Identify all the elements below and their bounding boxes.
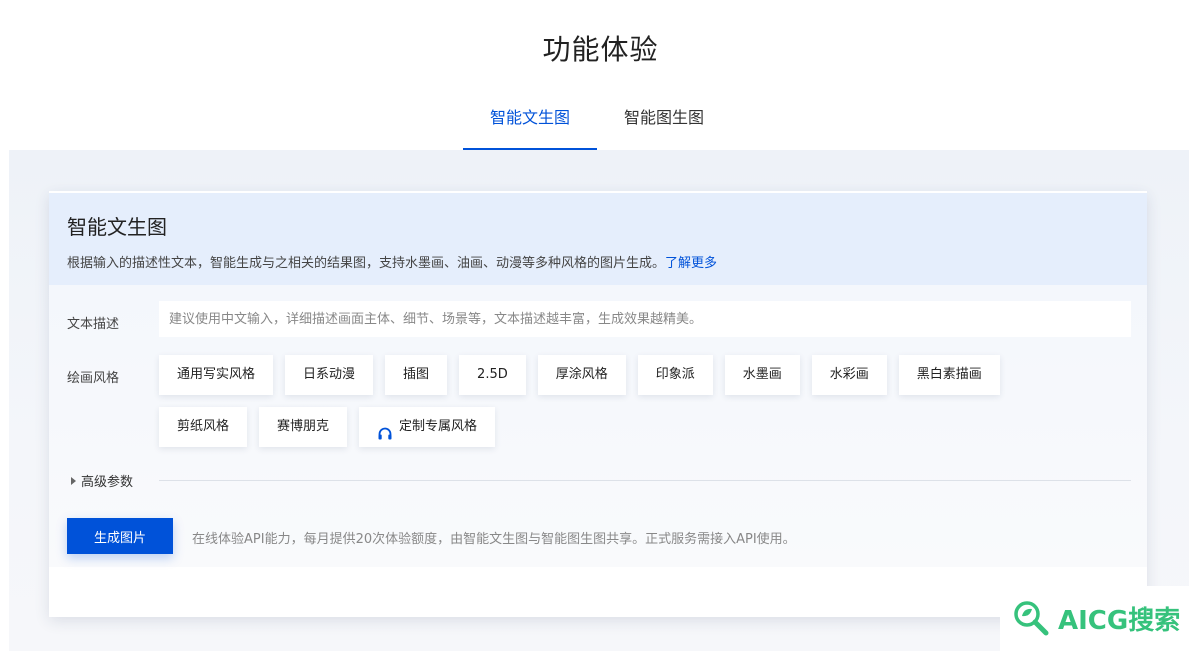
style-option[interactable]: 日系动漫 (285, 355, 374, 395)
advanced-params-toggle[interactable]: 高级参数 (71, 471, 133, 490)
style-options: 通用写实风格 日系动漫 插图 2.5D 厚涂风格 印象派 水墨画 水彩画 黑白素… (159, 355, 1159, 459)
style-option[interactable]: 厚涂风格 (537, 355, 626, 395)
card-description-text: 根据输入的描述性文本，智能生成与之相关的结果图，支持水墨画、油画、动漫等多种风格… (67, 256, 666, 271)
watermark: AICG搜索 (1000, 586, 1201, 651)
custom-style-button[interactable]: 定制专属风格 (359, 407, 496, 447)
custom-style-label: 定制专属风格 (399, 419, 478, 434)
style-row-1: 通用写实风格 日系动漫 插图 2.5D 厚涂风格 印象派 水墨画 水彩画 黑白素… (159, 355, 1159, 395)
advanced-params-label: 高级参数 (81, 475, 134, 490)
tab-bar: 智能文生图 智能图生图 (463, 96, 731, 151)
watermark-text: AICG搜索 (1058, 606, 1181, 636)
demo-stage: 智能文生图 根据输入的描述性文本，智能生成与之相关的结果图，支持水墨画、油画、动… (9, 150, 1189, 651)
style-option[interactable]: 黑白素描画 (898, 355, 1000, 395)
style-option[interactable]: 剪纸风格 (159, 407, 248, 447)
style-row-2: 剪纸风格 赛博朋克 定制专属风格 (159, 407, 1159, 447)
style-option[interactable]: 赛博朋克 (259, 407, 348, 447)
learn-more-link[interactable]: 了解更多 (665, 256, 717, 271)
demo-card: 智能文生图 根据输入的描述性文本，智能生成与之相关的结果图，支持水墨画、油画、动… (49, 191, 1147, 617)
style-option[interactable]: 通用写实风格 (159, 355, 274, 395)
style-option[interactable]: 插图 (385, 355, 448, 395)
style-option[interactable]: 2.5D (459, 355, 526, 395)
card-description: 根据输入的描述性文本，智能生成与之相关的结果图，支持水墨画、油画、动漫等多种风格… (67, 252, 1129, 271)
prompt-input[interactable] (159, 301, 1131, 337)
page-title: 功能体验 (542, 33, 659, 66)
divider (159, 480, 1131, 481)
caret-right-icon (71, 476, 76, 485)
style-option[interactable]: 印象派 (637, 355, 713, 395)
magnifier-leaf-icon (1010, 597, 1054, 641)
tab-text-to-image[interactable]: 智能文生图 (463, 96, 598, 151)
card-body: 文本描述 绘画风格 通用写实风格 日系动漫 插图 2.5D 厚涂风格 印象派 水… (49, 285, 1147, 567)
generate-image-button[interactable]: 生成图片 (67, 518, 173, 554)
card-title: 智能文生图 (67, 215, 167, 239)
headset-icon (377, 419, 393, 440)
prompt-label: 文本描述 (67, 317, 120, 332)
style-option[interactable]: 水墨画 (724, 355, 800, 395)
style-option[interactable]: 水彩画 (811, 355, 887, 395)
usage-note: 在线体验API能力，每月提供20次体验额度，由智能文生图与智能图生图共享。正式服… (192, 532, 796, 547)
card-header: 智能文生图 根据输入的描述性文本，智能生成与之相关的结果图，支持水墨画、油画、动… (49, 193, 1147, 285)
tab-image-to-image[interactable]: 智能图生图 (597, 96, 731, 151)
style-label: 绘画风格 (67, 371, 120, 386)
